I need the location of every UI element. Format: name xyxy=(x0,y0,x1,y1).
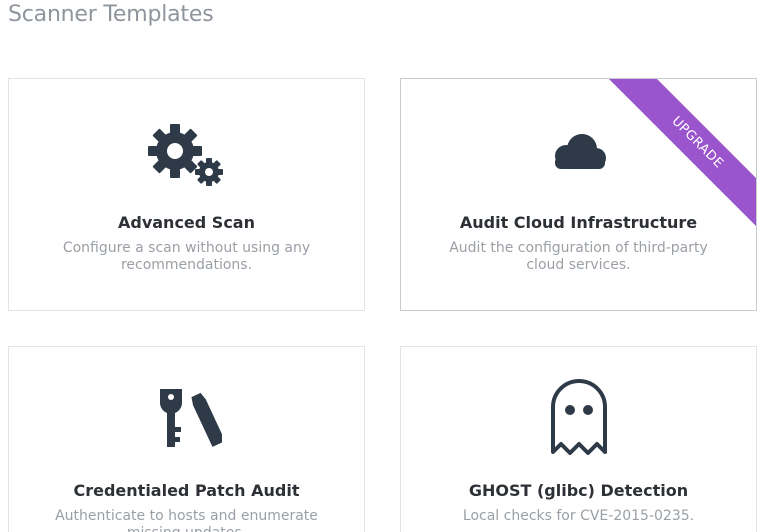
template-description: Configure a scan without using any recom… xyxy=(62,240,311,273)
template-card-credentialed-patch-audit[interactable]: Credentialed Patch Audit Authenticate to… xyxy=(8,346,365,532)
gears-icon xyxy=(9,121,364,189)
template-description: Authenticate to hosts and enumerate miss… xyxy=(55,508,318,532)
template-title: Audit Cloud Infrastructure xyxy=(459,213,698,232)
template-description: Audit the configuration of third-party c… xyxy=(449,240,708,273)
template-title: Advanced Scan xyxy=(117,213,255,232)
template-title: GHOST (glibc) Detection xyxy=(468,481,689,500)
template-card-ghost-glibc-detection[interactable]: GHOST (glibc) Detection Local checks for… xyxy=(400,346,757,532)
template-description: Local checks for CVE-2015-0235. xyxy=(462,508,695,524)
template-card-audit-cloud-infrastructure[interactable]: UPGRADE Audit Cloud Infrastructure Audit… xyxy=(400,78,757,311)
ghost-icon xyxy=(401,377,756,457)
page-title: Scanner Templates xyxy=(8,2,214,27)
template-card-advanced-scan[interactable]: Advanced Scan Configure a scan without u… xyxy=(8,78,365,311)
key-icon xyxy=(9,387,364,453)
template-title: Credentialed Patch Audit xyxy=(73,481,300,500)
scanner-templates-page: Scanner Templates Advanced Scan Configur… xyxy=(0,0,775,532)
